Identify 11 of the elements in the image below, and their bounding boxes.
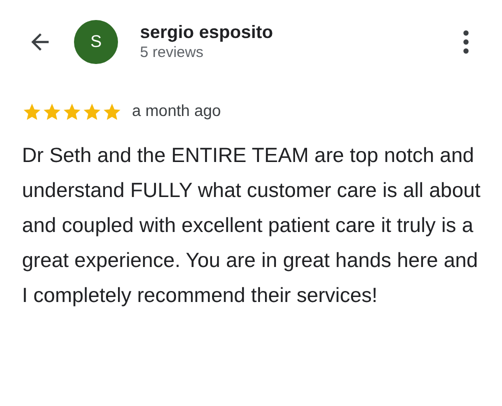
star-icon [82,102,102,122]
review-count: 5 reviews [140,43,204,63]
star-icon [42,102,62,122]
avatar: S [74,20,118,64]
star-icon [62,102,82,122]
review-text: Dr Seth and the ENTIRE TEAM are top notch and understand FULLY what customer care is all about and coupled with excellent patient care it truly is a great experience. You are in great hands here and I completely recommend their services! [22,143,482,309]
star-icon [102,102,122,122]
star-icon [22,102,42,122]
review-time: a month ago [132,102,221,122]
reviewer-name: sergio esposito [140,21,274,43]
kebab-menu-icon [463,30,469,54]
